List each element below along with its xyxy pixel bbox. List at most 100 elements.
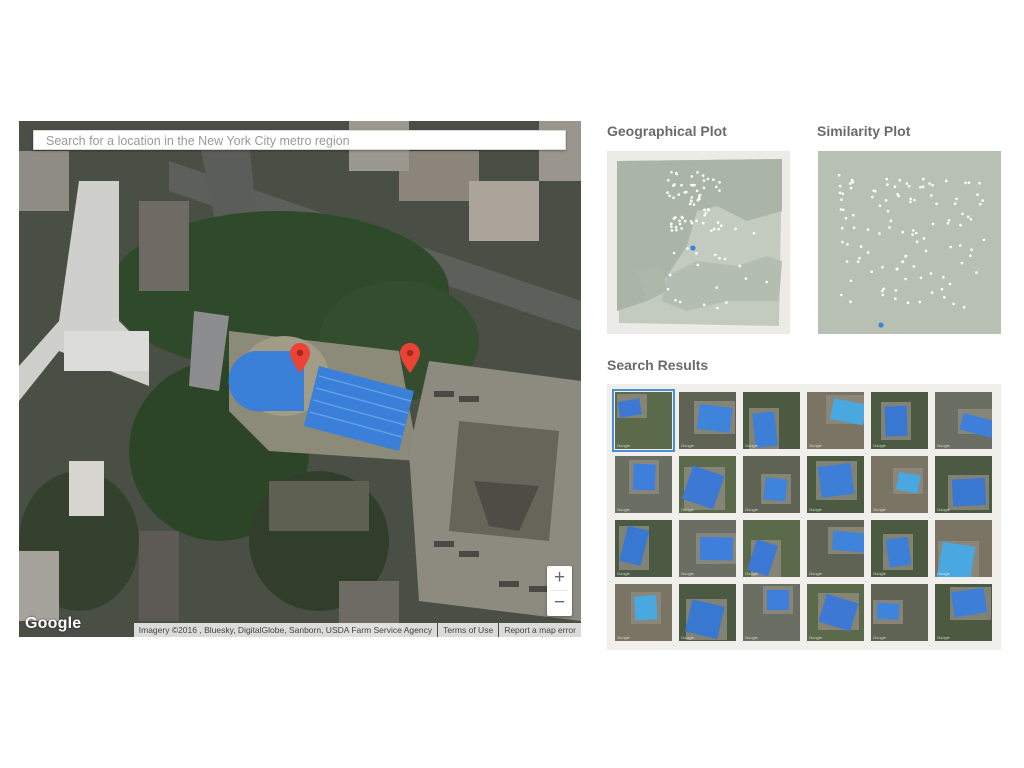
similarity-dot[interactable] [841,192,845,196]
similarity-dot[interactable] [949,245,952,249]
search-result-thumbnail[interactable]: Google [679,456,736,513]
similarity-dot[interactable] [846,243,849,246]
search-result-thumbnail[interactable]: Google [935,584,992,641]
similarity-dot[interactable] [894,289,898,292]
geo-location-dot[interactable] [672,217,676,220]
geo-location-dot[interactable] [710,229,713,233]
geo-location-dot[interactable] [702,221,705,225]
map-pin-icon[interactable] [290,343,310,373]
similarity-dot[interactable] [852,226,856,229]
similarity-dot[interactable] [943,295,946,299]
similarity-dot[interactable] [840,198,843,201]
search-result-thumbnail[interactable]: Google [612,389,675,452]
similarity-dot[interactable] [922,237,926,240]
similarity-dot[interactable] [942,275,945,279]
similarity-dot[interactable] [958,244,962,247]
geo-location-dot[interactable] [666,191,669,194]
similarity-dot[interactable] [882,287,886,291]
search-result-thumbnail[interactable]: Google [743,456,800,513]
geo-location-dot[interactable] [692,203,696,206]
geo-location-dot[interactable] [704,211,708,215]
geo-selected-dot[interactable] [690,245,696,251]
search-result-thumbnail[interactable]: Google [871,456,928,513]
similarity-dot[interactable] [976,193,979,196]
similarity-dot[interactable] [849,182,852,185]
similarity-dot[interactable] [947,219,951,222]
search-result-thumbnail[interactable]: Google [679,392,736,449]
similarity-dot[interactable] [981,199,984,202]
similarity-dot[interactable] [894,297,897,300]
similarity-dot[interactable] [870,270,873,273]
similarity-dot[interactable] [845,260,849,263]
search-result-thumbnail[interactable]: Google [807,392,864,449]
similarity-dot[interactable] [935,202,938,206]
similarity-dot[interactable] [837,174,841,177]
report-map-error-link[interactable]: Report a map error [499,623,581,637]
similarity-dot[interactable] [872,189,876,192]
search-result-thumbnail[interactable]: Google [743,584,800,641]
search-result-thumbnail[interactable]: Google [807,456,864,513]
geo-location-dot[interactable] [673,183,676,186]
similarity-dot[interactable] [961,212,964,216]
geo-location-dot[interactable] [718,257,721,260]
similarity-plot[interactable] [818,151,1001,334]
geo-location-dot[interactable] [670,222,673,225]
search-result-thumbnail[interactable]: Google [615,584,672,641]
geo-location-dot[interactable] [668,194,671,197]
similarity-dot[interactable] [866,228,870,231]
similarity-dot[interactable] [901,230,904,234]
geo-location-dot[interactable] [680,183,683,187]
similarity-dot[interactable] [967,181,971,185]
geo-location-dot[interactable] [698,197,701,201]
search-result-thumbnail[interactable]: Google [871,520,928,577]
geo-location-dot[interactable] [696,263,700,267]
geo-location-dot[interactable] [678,222,682,226]
similarity-dot[interactable] [952,302,955,306]
geo-location-dot[interactable] [670,229,674,232]
similarity-dot[interactable] [919,186,922,189]
geo-location-dot[interactable] [686,247,689,250]
geo-location-dot[interactable] [718,189,721,192]
similarity-dot[interactable] [889,219,893,223]
similarity-dot[interactable] [852,213,855,217]
similarity-dot[interactable] [924,249,928,253]
geo-location-dot[interactable] [678,300,682,304]
terms-of-use-link[interactable]: Terms of Use [438,623,499,637]
geo-location-dot[interactable] [702,186,706,190]
similarity-dot[interactable] [978,181,981,185]
search-result-thumbnail[interactable]: Google [615,456,672,513]
geo-location-dot[interactable] [683,191,687,194]
similarity-dot[interactable] [909,197,912,201]
geo-location-dot[interactable] [668,273,672,277]
similarity-dot[interactable] [960,261,964,265]
geo-location-dot[interactable] [674,299,677,302]
similarity-dot[interactable] [859,245,863,248]
geo-location-dot[interactable] [734,227,737,231]
geo-location-dot[interactable] [718,181,721,184]
geo-location-dot[interactable] [666,287,670,291]
similarity-dot[interactable] [969,218,973,221]
geo-location-dot[interactable] [695,189,699,193]
similarity-dot[interactable] [881,265,884,269]
geo-location-dot[interactable] [723,257,727,261]
similarity-dot[interactable] [922,177,925,181]
similarity-dot[interactable] [844,216,848,220]
geo-location-dot[interactable] [706,177,710,181]
geo-location-dot[interactable] [667,179,670,182]
similarity-dot[interactable] [982,238,986,242]
geo-location-dot[interactable] [691,183,695,187]
similarity-dot[interactable] [912,229,915,232]
similarity-dot[interactable] [930,194,933,197]
map-pin-icon[interactable] [400,343,420,373]
geo-location-dot[interactable] [715,286,718,289]
geo-location-dot[interactable] [696,171,699,174]
similarity-dot[interactable] [880,289,884,293]
similarity-dot[interactable] [913,198,916,202]
similarity-dot[interactable] [930,291,934,294]
similarity-dot[interactable] [953,202,957,205]
similarity-dot[interactable] [905,182,909,185]
geo-location-dot[interactable] [702,179,706,182]
geo-location-dot[interactable] [712,227,716,231]
similarity-dot[interactable] [906,301,910,304]
similarity-dot[interactable] [931,222,935,226]
